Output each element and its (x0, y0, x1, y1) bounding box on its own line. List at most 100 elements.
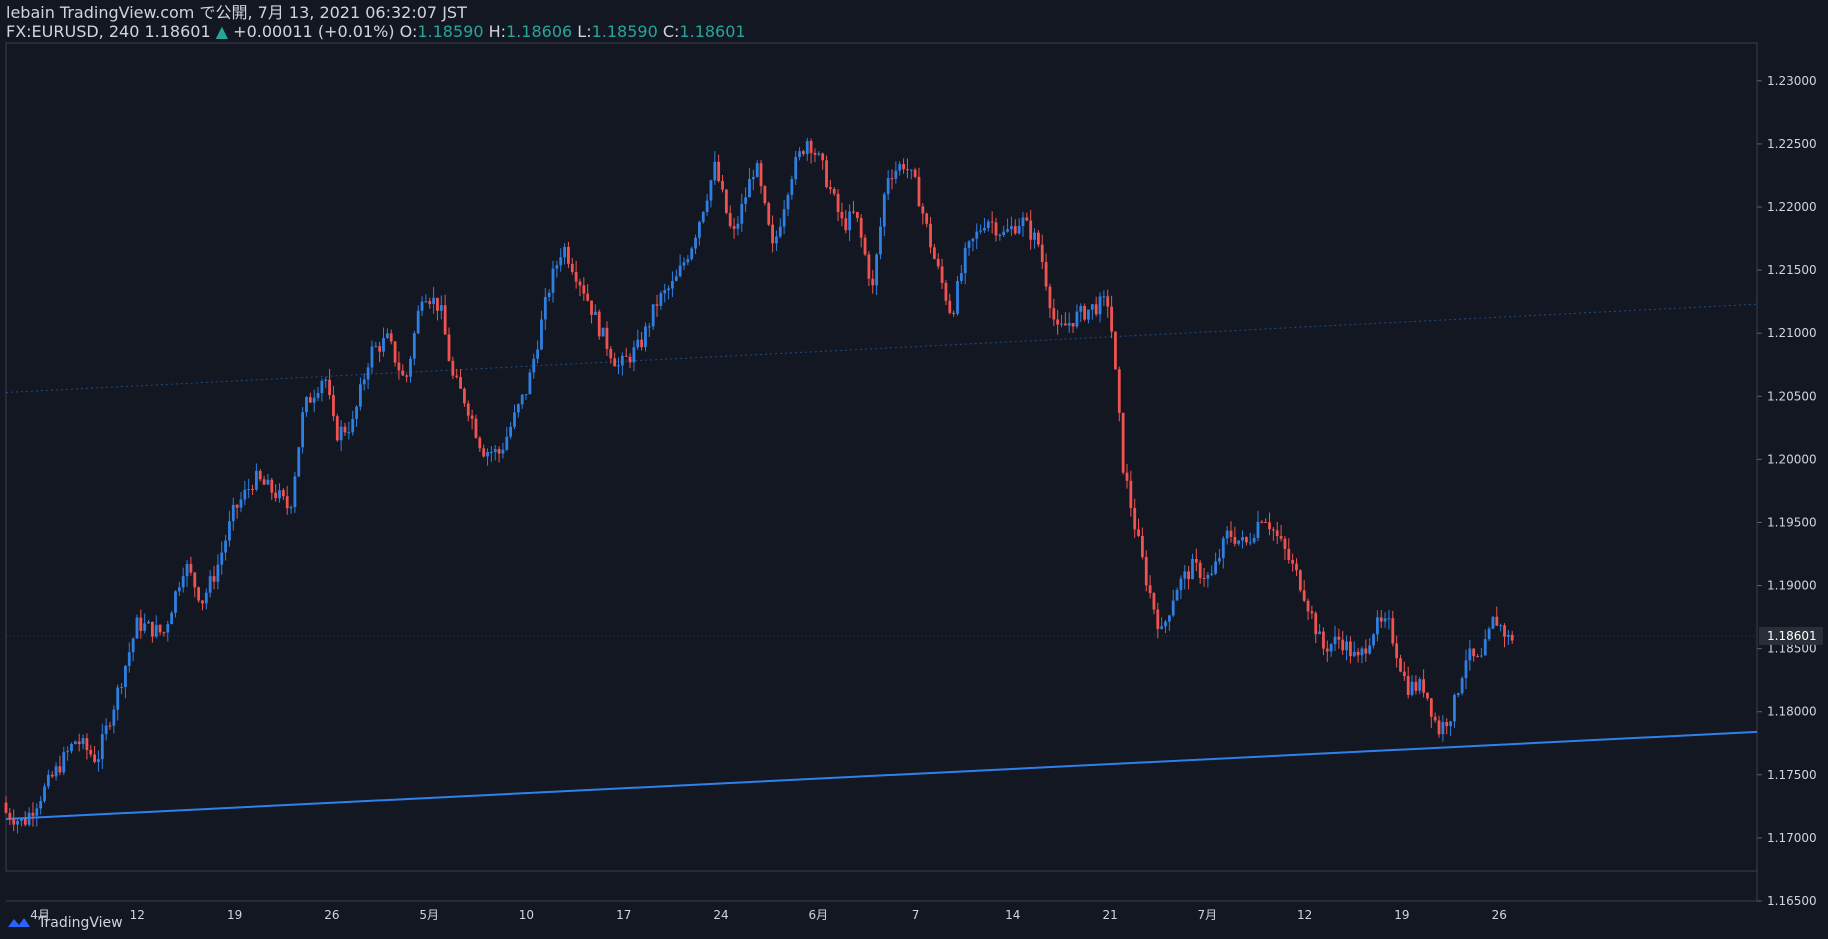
candle-body (1067, 323, 1071, 326)
candle-body (424, 301, 428, 303)
candle-body (817, 153, 821, 155)
candle-body (524, 394, 528, 396)
candle-body (1144, 556, 1148, 586)
candle-body (898, 163, 902, 171)
candle-body (459, 377, 462, 389)
candle-body (23, 818, 27, 825)
candle-body (258, 470, 262, 480)
candle-body (124, 665, 127, 688)
candle-body (1410, 681, 1414, 695)
tradingview-brand[interactable]: TradingView (38, 915, 123, 931)
candle-body (27, 812, 31, 825)
candle-body (994, 222, 998, 236)
candle-body (748, 179, 751, 198)
candle-body (590, 300, 593, 315)
candle-body (409, 358, 412, 377)
candle-body (1248, 542, 1252, 544)
candle-body (1237, 540, 1241, 544)
candle-body (597, 311, 601, 337)
candle-body (536, 349, 540, 359)
candle-body (1445, 722, 1449, 727)
candle-body (281, 490, 285, 497)
candle-body (775, 236, 778, 244)
candle-body (4, 802, 8, 813)
candle-body (1368, 645, 1372, 654)
candle-body (902, 163, 905, 170)
candle-body (1071, 323, 1075, 327)
candle-body (420, 301, 424, 311)
candle-body (1233, 536, 1237, 544)
candle-body (1040, 244, 1044, 263)
candle-body (971, 238, 975, 242)
candle-body (979, 230, 983, 232)
candle-body (601, 327, 605, 337)
candle-body (489, 451, 493, 453)
price-tick-label: 1.19000 (1767, 579, 1817, 593)
tradingview-logo-icon[interactable] (6, 915, 32, 931)
candle-body (1306, 600, 1310, 612)
candle-body (312, 397, 316, 403)
candle-body (802, 151, 805, 155)
candle-body (1125, 472, 1129, 481)
candle-body (1137, 529, 1140, 536)
candle-body (513, 412, 516, 427)
candle-body (416, 310, 420, 334)
price-tick-label: 1.22000 (1767, 200, 1817, 214)
candle-body (1356, 651, 1360, 656)
time-tick-label: 26 (1492, 908, 1507, 922)
candle-body (208, 576, 212, 593)
candle-body (632, 347, 636, 363)
candle-body (1260, 521, 1264, 523)
candle-body (1499, 625, 1503, 627)
candle-body (1460, 678, 1464, 694)
candle-body (66, 750, 70, 753)
candle-body (709, 180, 713, 201)
trendlines[interactable] (5, 303, 1758, 820)
candle-body (1383, 618, 1387, 622)
candle-body (228, 521, 231, 541)
candle-body (1221, 538, 1225, 558)
candle-body (62, 752, 66, 773)
last-price-marker: 1.18601 (6, 626, 1823, 645)
candle-body (1033, 232, 1036, 240)
price-axis[interactable]: 1.23000 1.22500 1.22000 1.21500 1.21000 1.205… (1757, 74, 1817, 908)
candle-body (825, 160, 828, 188)
candle-body (1206, 574, 1210, 579)
candle-body (1453, 694, 1456, 722)
candle-body (983, 227, 986, 231)
candle-body (1483, 639, 1487, 656)
candle-body (397, 362, 401, 371)
candle-body (439, 305, 443, 311)
candle-body (1479, 655, 1483, 657)
time-tick-label: 7月 (1198, 908, 1218, 922)
candle-body (150, 621, 154, 637)
candle-body (832, 188, 836, 194)
candle-body (1349, 641, 1352, 657)
price-tick-label: 1.18000 (1767, 705, 1817, 719)
price-chart[interactable]: 1.23000 1.22500 1.22000 1.21500 1.21000 1.205… (0, 0, 1828, 939)
candle-body (1325, 648, 1329, 652)
candle-body (70, 744, 73, 751)
time-axis[interactable]: 4月 12 19 26 5月 10 17 24 6月 7 14 21 7月 12 19 26 (30, 908, 1507, 922)
candle-body (1140, 535, 1144, 557)
candle-body (1298, 570, 1302, 591)
candle-body (432, 297, 435, 304)
price-tick-label: 1.19500 (1767, 515, 1817, 529)
candle-body (821, 153, 825, 161)
candle-body (108, 725, 112, 727)
candle-body (1017, 226, 1021, 234)
candle-body (447, 334, 451, 361)
candle-body (85, 738, 89, 750)
candle-body (1271, 529, 1275, 531)
candle-body (204, 592, 208, 604)
candle-body (936, 258, 940, 267)
candle-body (1433, 716, 1437, 721)
candle-body (578, 281, 582, 286)
candle-body (1114, 331, 1117, 370)
footer: TradingView (6, 915, 123, 931)
candle-body (482, 448, 486, 457)
candle-body (73, 741, 77, 745)
candle-body (555, 265, 559, 269)
candle-body (540, 319, 543, 350)
candle-body (1275, 530, 1279, 537)
